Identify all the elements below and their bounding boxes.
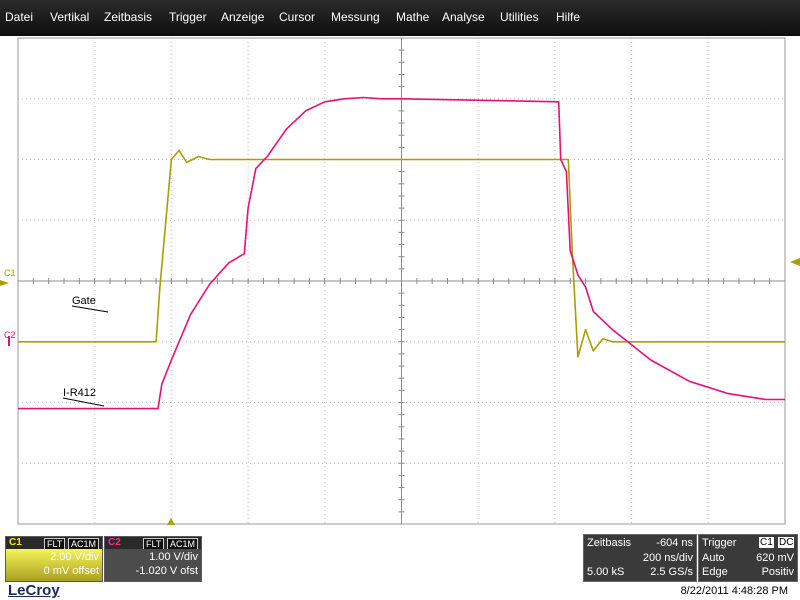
current-label-leader	[62, 397, 105, 407]
timebase-tdiv: 200 ns/div	[642, 552, 693, 564]
trigger-box[interactable]: Trigger C1 DC Auto 620 mV Edge Positiv	[698, 534, 798, 582]
menu-analyse[interactable]: Analyse	[442, 10, 485, 24]
c2-offset: -1.020 V ofst	[135, 565, 198, 577]
menu-bar: Datei Vertikal Zeitbasis Trigger Anzeige…	[0, 0, 800, 37]
menu-mathe[interactable]: Mathe	[396, 10, 429, 24]
status-panel: C1 FLT AC1M 2.00 V/div 0 mV offset C2 FL…	[0, 526, 800, 600]
menu-hilfe[interactable]: Hilfe	[556, 10, 580, 24]
c2-name: C2	[108, 537, 121, 548]
datetime-readout: 8/22/2011 4:48:28 PM	[680, 585, 788, 597]
c1-name: C1	[9, 537, 22, 548]
c1-body: 2.00 V/div 0 mV offset	[6, 549, 102, 581]
c2-channel-box[interactable]: C2 FLT AC1M 1.00 V/div -1.020 V ofst	[104, 536, 202, 582]
lecroy-logo: LeCroy	[8, 582, 60, 599]
menu-messung[interactable]: Messung	[331, 10, 380, 24]
menu-utilities[interactable]: Utilities	[500, 10, 539, 24]
trigger-mode: Auto	[702, 552, 725, 564]
c1-offset-arrow[interactable]	[0, 280, 9, 286]
c2-header: C2 FLT AC1M	[105, 537, 201, 550]
current-trace-label: I-R412	[63, 387, 96, 399]
timebase-delay: -604 ns	[656, 537, 693, 549]
c1-channel-box[interactable]: C1 FLT AC1M 2.00 V/div 0 mV offset	[5, 536, 103, 582]
c2-vdiv: 1.00 V/div	[149, 551, 198, 563]
trigger-slope: Positiv	[761, 566, 794, 578]
channel-markers: C1 C2	[0, 258, 800, 525]
trigger-position-arrow[interactable]	[167, 518, 175, 525]
menu-anzeige[interactable]: Anzeige	[221, 10, 264, 24]
gate-trace-label: Gate	[72, 295, 96, 307]
trigger-coupling: DC	[778, 537, 795, 548]
timebase-rate: 2.5 GS/s	[650, 566, 693, 578]
grid	[17, 37, 786, 525]
menu-vertikal[interactable]: Vertikal	[50, 10, 89, 24]
c1-offset: 0 mV offset	[43, 565, 99, 577]
trace-labels: Gate I-R412	[62, 295, 109, 407]
menu-cursor[interactable]: Cursor	[279, 10, 315, 24]
c1-marker-label[interactable]: C1	[4, 268, 16, 278]
waveform-display[interactable]: Gate I-R412 C1 C2	[0, 36, 800, 526]
menu-trigger[interactable]: Trigger	[169, 10, 207, 24]
menu-datei[interactable]: Datei	[5, 10, 33, 24]
timebase-label: Zeitbasis	[587, 537, 632, 549]
menu-zeitbasis[interactable]: Zeitbasis	[104, 10, 152, 24]
waveform-svg: Gate I-R412 C1 C2	[0, 37, 800, 525]
timebase-box[interactable]: Zeitbasis -604 ns 200 ns/div 5.00 kS 2.5…	[583, 534, 697, 582]
trigger-level: 620 mV	[756, 552, 794, 564]
c2-body: 1.00 V/div -1.020 V ofst	[105, 549, 201, 581]
trigger-level-arrow[interactable]	[790, 258, 800, 266]
c1-vdiv: 2.00 V/div	[50, 551, 99, 563]
trigger-type: Edge	[702, 566, 728, 578]
timebase-samples: 5.00 kS	[587, 566, 625, 578]
trigger-label: Trigger	[702, 537, 737, 549]
trigger-source: C1	[759, 537, 774, 548]
c1-header: C1 FLT AC1M	[6, 537, 102, 550]
